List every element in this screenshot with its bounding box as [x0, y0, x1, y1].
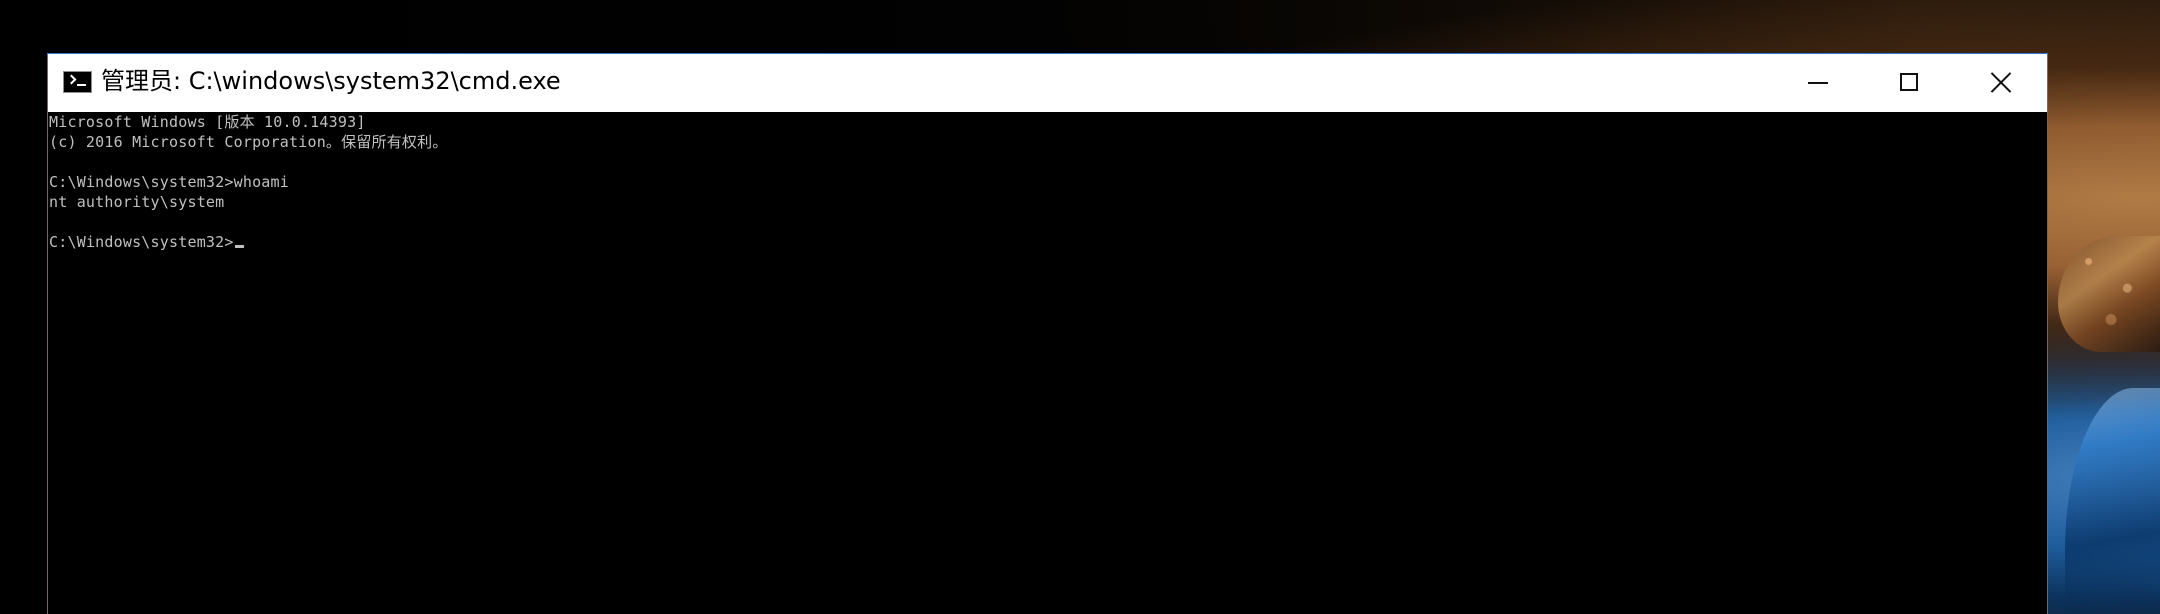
console-line: nt authority\system — [49, 193, 225, 211]
maximize-button[interactable] — [1863, 54, 1955, 112]
minimize-button[interactable] — [1771, 54, 1863, 112]
console-prompt-line[interactable]: C:\Windows\system32> — [49, 232, 244, 252]
console-output-area[interactable]: Microsoft Windows [版本 10.0.14393] (c) 20… — [48, 112, 2047, 614]
minimize-icon — [1808, 82, 1828, 84]
console-line: (c) 2016 Microsoft Corporation。保留所有权利。 — [49, 133, 448, 151]
window-title-bar[interactable]: 管理员: C:\windows\system32\cmd.exe — [48, 54, 2047, 112]
text-cursor — [234, 245, 244, 248]
maximize-icon — [1900, 73, 1918, 91]
command-prompt-icon[interactable] — [63, 71, 92, 93]
window-title: 管理员: C:\windows\system32\cmd.exe — [101, 67, 561, 95]
console-line: Microsoft Windows [版本 10.0.14393] — [49, 113, 366, 131]
water-background-detail — [2065, 388, 2160, 614]
rock-background-detail — [2058, 236, 2160, 352]
command-prompt-window[interactable]: 管理员: C:\windows\system32\cmd.exe Microso… — [47, 53, 2048, 614]
console-line: C:\Windows\system32>whoami — [49, 173, 289, 191]
command-prompt-text: C:\Windows\system32> — [49, 233, 234, 251]
close-icon — [1990, 71, 2012, 93]
close-button[interactable] — [1955, 54, 2047, 112]
